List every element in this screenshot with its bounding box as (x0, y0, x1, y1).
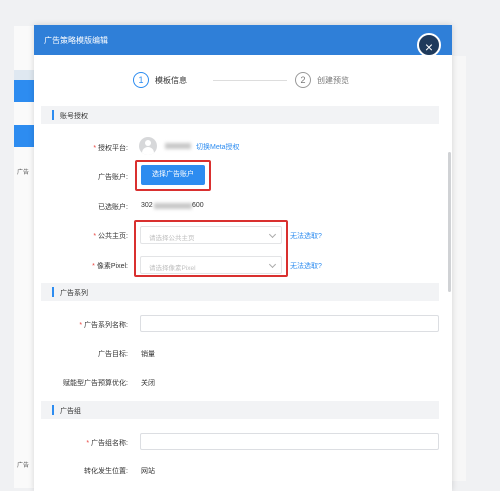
step-template-info[interactable]: 1 模板信息 (133, 72, 187, 88)
conversion-location-value: 网站 (141, 468, 155, 475)
conversion-location-label: 转化发生位置: (84, 468, 128, 475)
close-icon: × (424, 39, 434, 55)
auth-platform-label: * 授权平台: (93, 145, 128, 152)
selected-account-suffix: 600 (192, 202, 204, 209)
selected-account-label: 已选账户: (98, 204, 128, 211)
step-label: 模板信息 (155, 75, 187, 85)
close-button[interactable]: × (417, 33, 441, 57)
background-active-item (14, 80, 34, 102)
public-page-help-link[interactable]: 无法选取? (290, 231, 322, 241)
modal-scrollbar[interactable] (448, 152, 451, 292)
background-right-panel (452, 56, 466, 481)
step-label: 创建预览 (317, 75, 349, 85)
group-name-label: * 广告组名称: (86, 440, 128, 447)
step-create-preview[interactable]: 2 创建预览 (295, 72, 349, 88)
highlight-box (135, 160, 211, 191)
section-marker (52, 110, 54, 120)
series-name-input[interactable] (140, 315, 439, 332)
section-title: 广告系列 (60, 290, 88, 297)
pixel-label: * 像素Pixel: (92, 263, 128, 270)
modal-header: 广告策略模版编辑 (34, 25, 452, 55)
section-account-auth: 账号授权 (41, 106, 439, 124)
blurred-account-id (154, 203, 192, 209)
budget-optimization-label: 赋能型广告预算优化: (63, 380, 128, 387)
series-name-label: * 广告系列名称: (79, 322, 128, 329)
selected-account-prefix: 302 (141, 202, 153, 209)
public-page-label: * 公共主页: (93, 233, 128, 240)
step-number: 1 (133, 72, 149, 88)
blurred-username (165, 143, 191, 149)
section-ad-group: 广告组 (41, 401, 439, 419)
section-marker (52, 287, 54, 297)
budget-optimization-value: 关闭 (141, 380, 155, 387)
highlight-box (134, 220, 288, 277)
group-name-input[interactable] (140, 433, 439, 450)
background-text: 广告 (17, 463, 30, 469)
ad-account-label: 广告账户: (98, 174, 128, 181)
ad-goal-label: 广告目标: (98, 351, 128, 358)
section-title: 账号授权 (60, 113, 88, 120)
background-text: 广告 (17, 170, 30, 176)
background-active-item (14, 125, 34, 147)
ad-goal-value: 销量 (141, 351, 155, 358)
avatar (139, 137, 157, 155)
section-ad-series: 广告系列 (41, 283, 439, 301)
pixel-help-link[interactable]: 无法选取? (290, 261, 322, 271)
step-number: 2 (295, 72, 311, 88)
section-title: 广告组 (60, 408, 81, 415)
section-marker (52, 405, 54, 415)
switch-meta-auth-link[interactable]: 切换Meta授权 (196, 142, 240, 152)
step-connector (213, 80, 287, 81)
modal-title: 广告策略模版编辑 (44, 36, 108, 45)
